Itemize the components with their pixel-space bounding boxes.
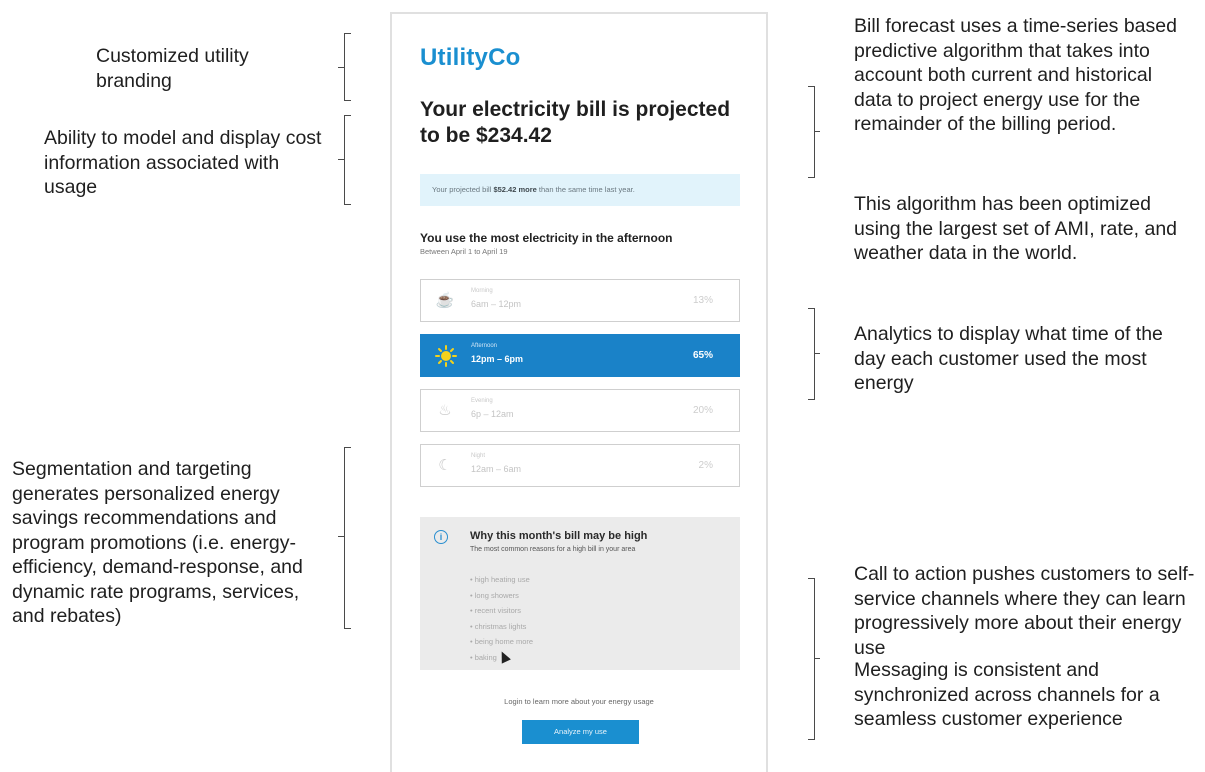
reason-item: • being home more <box>470 637 534 646</box>
slot-percent: 2% <box>698 460 713 471</box>
bracket-tick <box>814 658 820 659</box>
info-icon: i <box>434 530 448 544</box>
projection-prefix: Your projected bill <box>432 185 492 194</box>
bracket <box>808 86 815 178</box>
bracket-tick <box>814 131 820 132</box>
bracket <box>344 447 351 629</box>
reason-item: • christmas lights <box>470 621 527 631</box>
bracket <box>344 33 351 101</box>
moon-icon: ☾ <box>438 457 452 474</box>
slot-percent: 13% <box>692 295 713 306</box>
annotation-cost-model: Ability to model and display cost inform… <box>44 127 322 198</box>
projection-suffix: than the same time last year. <box>538 185 635 194</box>
annotation-messaging: Messaging is consistent and synchronized… <box>854 659 1160 730</box>
bill-projection-headline: Your electricity bill is projected to be… <box>420 98 731 147</box>
time-slot-afternoon: Afternoon 12pm – 6pm 65% <box>420 334 740 377</box>
login-prompt[interactable]: Login to learn more about your energy us… <box>392 697 766 706</box>
projection-amount: $52.42 more <box>493 185 537 194</box>
bracket-tick <box>814 353 820 354</box>
usage-subtitle: Between April 1 to April 19 <box>420 247 508 256</box>
annotation-forecast: Bill forecast uses a time-series based p… <box>854 15 1177 135</box>
slot-percent: 65% <box>692 350 713 361</box>
time-slot-night: ☾ Night 12am – 6am 2% <box>420 444 740 487</box>
bracket <box>808 308 815 400</box>
time-slot-morning: ☕ Morning 6am – 12pm 13% <box>420 279 740 322</box>
bracket-tick <box>338 67 344 68</box>
annotation-algorithm: This algorithm has been optimized using … <box>854 193 1178 264</box>
annotation-analytics: Analytics to display what time of the da… <box>854 323 1163 394</box>
slot-range: 12pm – 6pm <box>471 354 524 364</box>
slot-label: Morning <box>471 288 493 294</box>
bracket <box>344 115 351 205</box>
slot-range: 6p – 12am <box>471 409 514 419</box>
slot-label: Afternoon <box>471 343 498 349</box>
bracket <box>808 578 815 740</box>
utility-logo: UtilityCo <box>420 44 521 71</box>
annotation-branding: Customized utility branding <box>96 45 249 92</box>
usage-title: You use the most electricity in the afte… <box>420 231 673 245</box>
bracket-tick <box>338 536 344 537</box>
annotation-segmentation: Segmentation and targeting generates per… <box>12 458 303 627</box>
slot-label: Night <box>471 453 486 459</box>
time-slot-evening: ♨ Evening 6p – 12am 20% <box>420 389 740 432</box>
reason-item: • recent visitors <box>470 606 521 615</box>
slot-percent: 20% <box>692 405 713 416</box>
reason-item: • long showers <box>470 590 519 600</box>
why-title: Why this month's bill may be high <box>470 530 648 542</box>
bracket-tick <box>338 159 344 160</box>
sun-icon <box>435 345 457 367</box>
reason-item: • high heating use <box>470 575 530 584</box>
annotation-cta: Call to action pushes customers to self-… <box>854 563 1195 659</box>
slot-label: Evening <box>471 398 493 404</box>
high-bill-reasons-panel: i Why this month's bill may be high The … <box>420 517 740 670</box>
projection-banner: Your projected bill $52.42 more than the… <box>420 174 740 206</box>
coffee-icon: ☕ <box>435 292 455 309</box>
slot-range: 6am – 12pm <box>471 299 522 309</box>
email-mockup: UtilityCo Your electricity bill is proje… <box>390 12 768 772</box>
why-subtitle: The most common reasons for a high bill … <box>470 546 636 553</box>
slot-range: 12am – 6am <box>471 464 522 474</box>
analyze-my-use-button[interactable]: Analyze my use <box>522 720 639 744</box>
dinner-icon: ♨ <box>438 402 452 419</box>
